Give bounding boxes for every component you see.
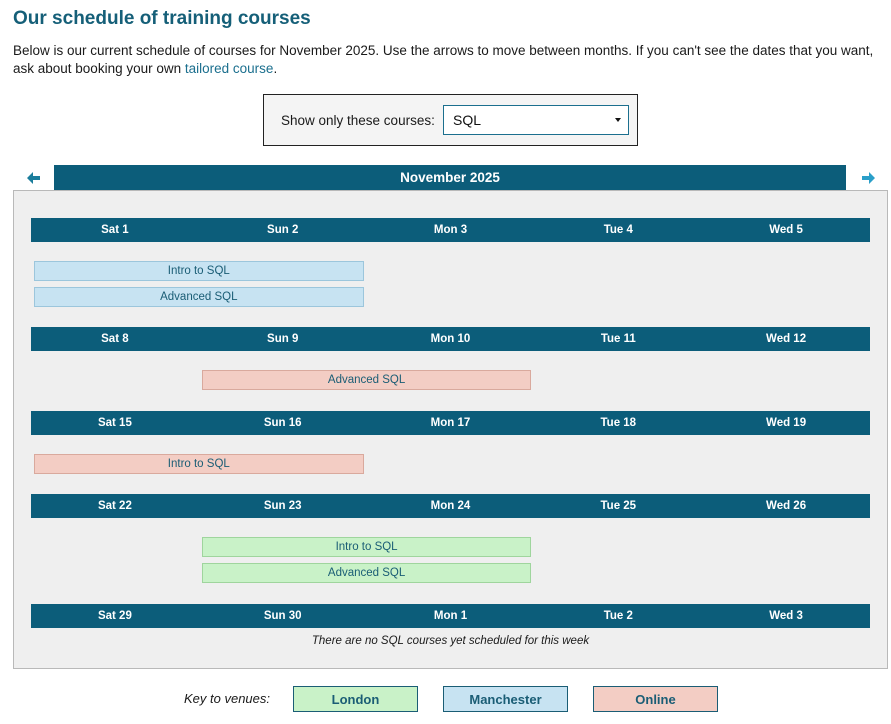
day-label: Sat 15 xyxy=(97,417,132,429)
day-label: Mon 17 xyxy=(430,417,471,429)
day-label: Wed 5 xyxy=(769,224,803,236)
course-event[interactable]: Intro to SQL xyxy=(201,537,532,557)
week-header: Sat 15 Sun 16 Mon 17 Tue 18 Wed 19 xyxy=(31,411,870,435)
tailored-course-link[interactable]: tailored course xyxy=(185,61,274,76)
course-event[interactable]: Intro to SQL xyxy=(34,454,364,474)
course-filter-select[interactable]: SQL xyxy=(443,105,629,135)
day-label: Tue 2 xyxy=(603,610,633,622)
day-label: Sun 16 xyxy=(263,417,302,429)
venue-key-manchester: Manchester xyxy=(443,686,568,712)
day-label: Tue 18 xyxy=(600,417,637,429)
arrow-right-icon xyxy=(862,172,875,184)
venue-key-london: London xyxy=(293,686,418,712)
day-label: Wed 12 xyxy=(766,333,807,345)
day-label: Sun 9 xyxy=(267,333,299,345)
intro-end: . xyxy=(273,61,278,76)
day-label: Sun 23 xyxy=(263,500,302,512)
day-label: Tue 4 xyxy=(603,224,633,236)
no-courses-message: There are no SQL courses yet scheduled f… xyxy=(311,635,590,647)
filter-label: Show only these courses: xyxy=(281,113,435,128)
prev-month-button[interactable] xyxy=(26,170,42,186)
day-label: Sun 2 xyxy=(267,224,299,236)
course-event[interactable]: Advanced SQL xyxy=(34,287,364,307)
day-label: Sat 1 xyxy=(101,224,129,236)
month-title: November 2025 xyxy=(54,165,846,190)
week-header: Sat 29 Sun 30 Mon 1 Tue 2 Wed 3 xyxy=(31,604,870,628)
day-label: Mon 3 xyxy=(433,224,468,236)
next-month-button[interactable] xyxy=(860,170,876,186)
week-header: Sat 22 Sun 23 Mon 24 Tue 25 Wed 26 xyxy=(31,494,870,518)
week-header: Sat 8 Sun 9 Mon 10 Tue 11 Wed 12 xyxy=(31,327,870,351)
chevron-down-icon xyxy=(615,118,621,122)
course-filter: Show only these courses: SQL xyxy=(263,94,638,146)
day-label: Sat 22 xyxy=(97,500,132,512)
page-title: Our schedule of training courses xyxy=(13,8,311,29)
day-label: Wed 3 xyxy=(769,610,803,622)
venue-key-label: Key to venues: xyxy=(184,691,270,706)
day-label: Mon 24 xyxy=(430,500,471,512)
day-label: Wed 26 xyxy=(766,500,807,512)
day-label: Tue 11 xyxy=(600,333,636,345)
day-label: Sat 29 xyxy=(97,610,132,622)
day-label: Mon 10 xyxy=(430,333,471,345)
calendar-grid: Sat 1 Sun 2 Mon 3 Tue 4 Wed 5 Intro to SQL Adv… xyxy=(13,190,888,669)
day-label: Wed 19 xyxy=(766,417,807,429)
arrow-left-icon xyxy=(27,172,40,184)
day-label: Mon 1 xyxy=(433,610,468,622)
venue-key-online: Online xyxy=(593,686,718,712)
week-header: Sat 1 Sun 2 Mon 3 Tue 4 Wed 5 xyxy=(31,218,870,242)
course-event[interactable]: Advanced SQL xyxy=(201,370,532,390)
day-label: Tue 25 xyxy=(600,500,637,512)
day-label: Sun 30 xyxy=(263,610,302,622)
course-event[interactable]: Advanced SQL xyxy=(201,563,532,583)
intro-paragraph: Below is our current schedule of courses… xyxy=(13,42,883,78)
day-label: Sat 8 xyxy=(101,333,129,345)
course-event[interactable]: Intro to SQL xyxy=(34,261,364,281)
intro-text: Below is our current schedule of courses… xyxy=(13,43,874,76)
filter-selected-value: SQL xyxy=(453,112,482,128)
